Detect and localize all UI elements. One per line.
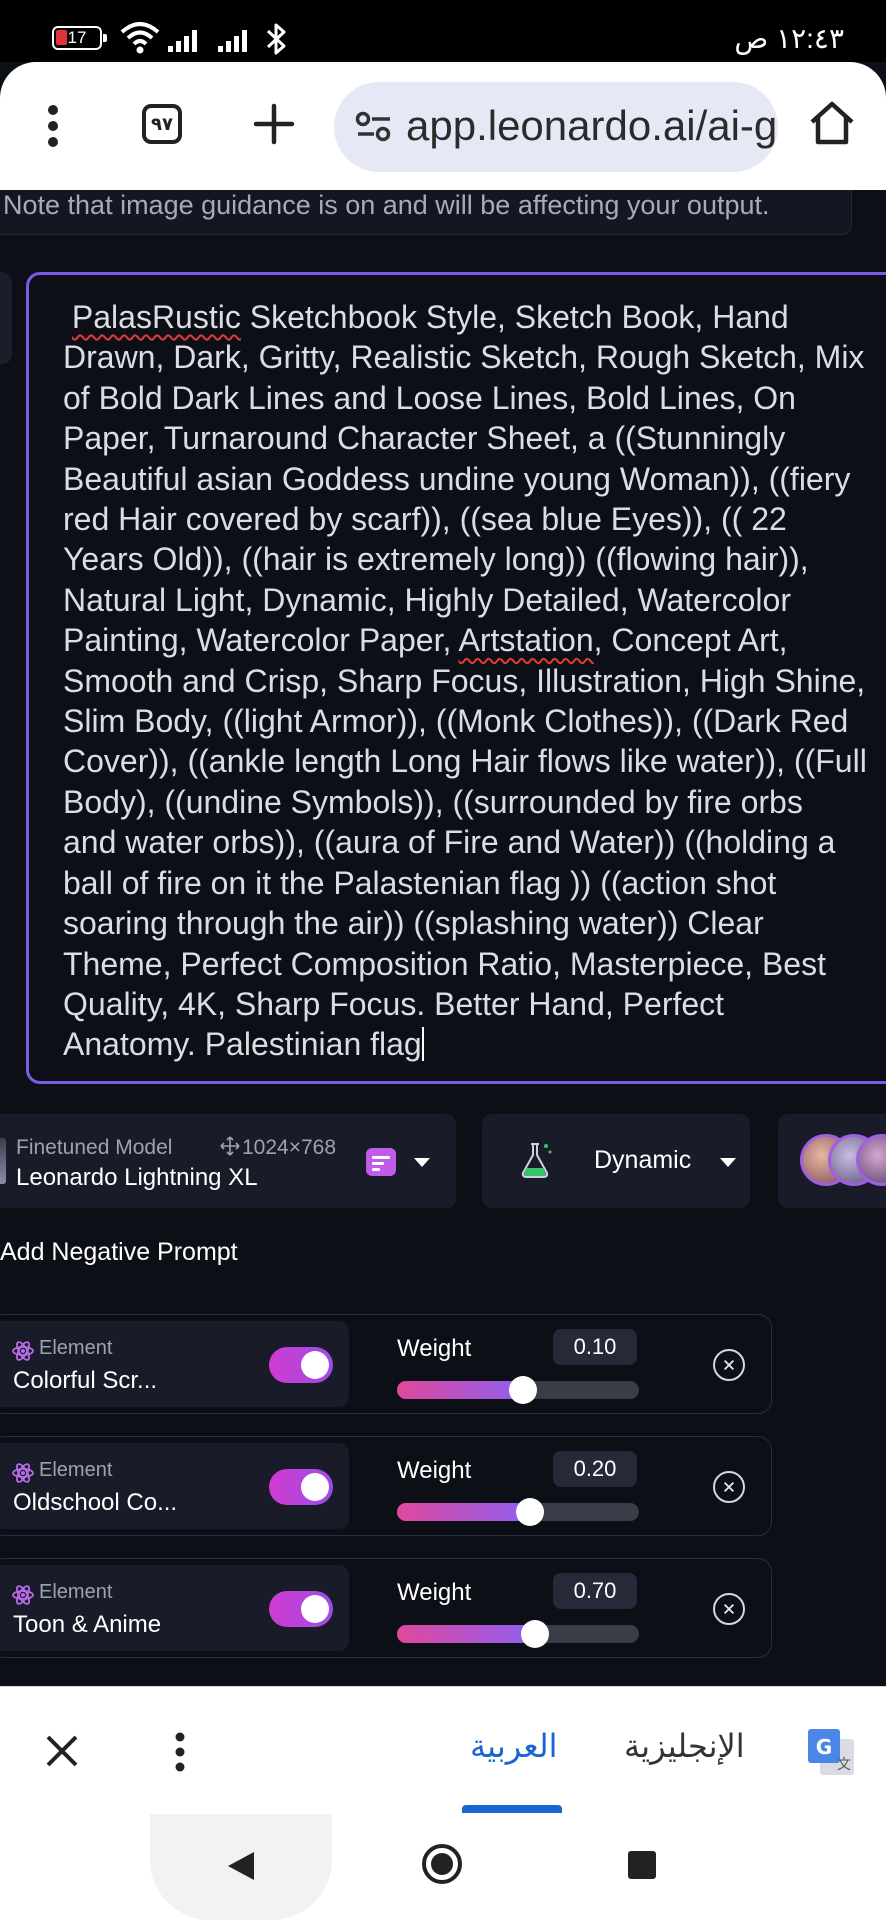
prompt-line: Smooth and Crisp, Sharp Focus, Illustrat… (63, 662, 866, 699)
elements-avatars[interactable] (778, 1114, 886, 1208)
prompt-line: Anatomy. Palestinian flag (63, 1026, 424, 1063)
weight-slider[interactable] (397, 1620, 639, 1648)
more-vertical-icon[interactable] (40, 104, 66, 148)
new-tab-icon[interactable] (252, 102, 296, 146)
model-subtitle: Finetuned Model (16, 1136, 173, 1159)
signal-icon (168, 30, 197, 52)
home-icon[interactable] (808, 100, 856, 146)
prompt-textarea[interactable]: PalasRustic Sketchbook Style, Sketch Boo… (26, 272, 886, 1084)
model-notes-icon[interactable] (366, 1148, 396, 1176)
element-name: Colorful Scr... (13, 1367, 158, 1394)
weight-label: Weight (397, 1335, 472, 1362)
weight-label: Weight (397, 1457, 472, 1484)
element-card: Element Oldschool Co... (0, 1443, 349, 1529)
prompt-line: ball of fire on it the Palastenian flag … (63, 864, 777, 901)
battery-level: 17 (67, 28, 87, 47)
system-nav-bar (0, 1814, 886, 1920)
element-card: Element Toon & Anime (0, 1565, 349, 1651)
weight-value[interactable]: 0.10 (553, 1329, 637, 1365)
prompt-line: Cover)), ((ankle length Long Hair flows … (63, 743, 867, 780)
element-name: Oldschool Co... (13, 1489, 178, 1516)
element-toggle[interactable] (269, 1469, 333, 1505)
element-row: Element Colorful Scr... Weight 0.10 (0, 1314, 772, 1414)
element-toggle[interactable] (269, 1591, 333, 1627)
text-cursor (421, 1027, 424, 1062)
prompt-line: and water orbs)), ((aura of Fire and Wat… (63, 824, 836, 861)
model-selector[interactable]: Finetuned Model 1024×768 Leonardo Lightn… (0, 1114, 456, 1208)
prompt-text[interactable]: PalasRustic Sketchbook Style, Sketch Boo… (63, 297, 886, 1065)
atom-icon (12, 1585, 34, 1605)
wifi-icon (120, 22, 160, 54)
prompt-line: Body), ((undine Symbols)), ((surrounded … (63, 783, 803, 820)
element-card: Element Colorful Scr... (0, 1321, 349, 1407)
weight-value[interactable]: 0.20 (553, 1451, 637, 1487)
atom-icon (12, 1341, 34, 1361)
prompt-line: Drawn, Dark, Gritty, Realistic Sketch, R… (63, 339, 865, 376)
add-negative-prompt-toggle[interactable]: Add Negative Prompt (0, 1238, 238, 1267)
browser-toolbar: ٩٧ app.leonardo.ai/ai-generations (0, 62, 886, 190)
translate-bar: العربية الإنجليزية G 文 (0, 1686, 886, 1815)
battery-icon: 17 (52, 26, 107, 50)
home-nav-icon[interactable] (422, 1844, 462, 1884)
atom-icon (12, 1463, 34, 1483)
move-icon (220, 1136, 240, 1156)
prompt-line: Painting, Watercolor Paper, Artstation, … (63, 622, 788, 659)
tab-source-language[interactable]: الإنجليزية (624, 1727, 745, 1765)
element-type: Element (39, 1459, 113, 1481)
model-dimensions: 1024×768 (242, 1136, 337, 1159)
element-type: Element (39, 1581, 113, 1603)
notice-text: Note that image guidance is on and will … (3, 190, 770, 220)
prompt-line: PalasRustic Sketchbook Style, Sketch Boo… (71, 299, 789, 335)
element-name: Toon & Anime (13, 1611, 162, 1638)
prompt-line: Paper, Turnaround Character Sheet, a ((S… (63, 420, 786, 457)
back-icon[interactable] (226, 1850, 256, 1882)
svg-text:文: 文 (837, 1757, 851, 1773)
more-vertical-icon[interactable] (172, 1731, 188, 1773)
prompt-line: red Hair covered by scarf)), ((sea blue … (63, 501, 787, 538)
side-panel-edge (0, 272, 12, 364)
weight-value[interactable]: 0.70 (553, 1573, 637, 1609)
status-bar: 17 ١٢:٤٣ ص (0, 0, 886, 62)
remove-element-icon[interactable] (713, 1593, 745, 1625)
tab-target-language[interactable]: العربية (470, 1727, 557, 1765)
bluetooth-icon (266, 23, 286, 55)
prompt-line: Slim Body, ((light Armor)), ((Monk Cloth… (63, 703, 849, 740)
remove-element-icon[interactable] (713, 1471, 745, 1503)
prompt-line: Beautiful asian Goddess undine young Wom… (63, 460, 851, 497)
chevron-down-icon[interactable] (720, 1158, 736, 1167)
active-tab-indicator (462, 1805, 562, 1813)
style-preset-selector[interactable]: Dynamic (482, 1114, 750, 1208)
element-row: Element Oldschool Co... Weight 0.20 (0, 1436, 772, 1536)
prompt-line: of Bold Dark Lines and Loose Lines, Bold… (63, 379, 796, 416)
url-text[interactable]: app.leonardo.ai/ai-generations (406, 102, 778, 150)
google-translate-icon: G 文 (808, 1729, 854, 1775)
weight-label: Weight (397, 1579, 472, 1606)
prompt-line: Years Old)), ((hair is extremely long)) … (63, 541, 809, 578)
weight-slider[interactable] (397, 1498, 639, 1526)
clock: ١٢:٤٣ ص (734, 23, 844, 54)
remove-element-icon[interactable] (713, 1349, 745, 1381)
element-row: Element Toon & Anime Weight 0.70 (0, 1558, 772, 1658)
style-preset-label: Dynamic (594, 1146, 692, 1174)
model-name: Leonardo Lightning XL (16, 1164, 258, 1191)
prompt-line: soaring through the air)) ((splashing wa… (63, 905, 764, 942)
flask-icon (521, 1143, 552, 1178)
site-settings-icon[interactable] (354, 110, 394, 142)
recents-icon[interactable] (628, 1851, 656, 1879)
signal-icon (218, 30, 247, 52)
prompt-line: Theme, Perfect Composition Ratio, Master… (63, 945, 826, 982)
element-type: Element (39, 1337, 113, 1359)
close-icon[interactable] (44, 1733, 80, 1769)
address-bar[interactable]: app.leonardo.ai/ai-generations (334, 82, 778, 172)
image-guidance-notice: Note that image guidance is on and will … (0, 190, 852, 235)
weight-slider[interactable] (397, 1376, 639, 1404)
chevron-down-icon[interactable] (414, 1158, 430, 1167)
tab-switcher-button[interactable]: ٩٧ (142, 104, 182, 144)
prompt-line: Quality, 4K, Sharp Focus. Better Hand, P… (63, 985, 725, 1022)
prompt-line: Natural Light, Dynamic, Highly Detailed,… (63, 581, 791, 618)
element-toggle[interactable] (269, 1347, 333, 1383)
model-thumbnail (0, 1138, 6, 1184)
svg-text:G: G (816, 1735, 832, 1759)
